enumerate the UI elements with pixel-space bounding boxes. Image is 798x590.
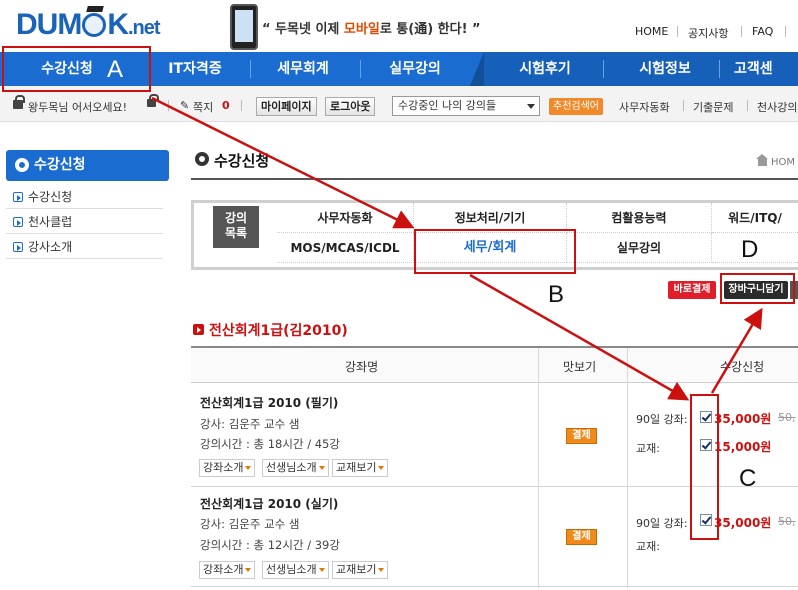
annotation-arrows xyxy=(151,96,763,401)
arrow-b-to-c xyxy=(469,273,690,401)
arrow-c-to-d xyxy=(710,307,763,394)
arrow-a-to-b xyxy=(151,96,415,229)
